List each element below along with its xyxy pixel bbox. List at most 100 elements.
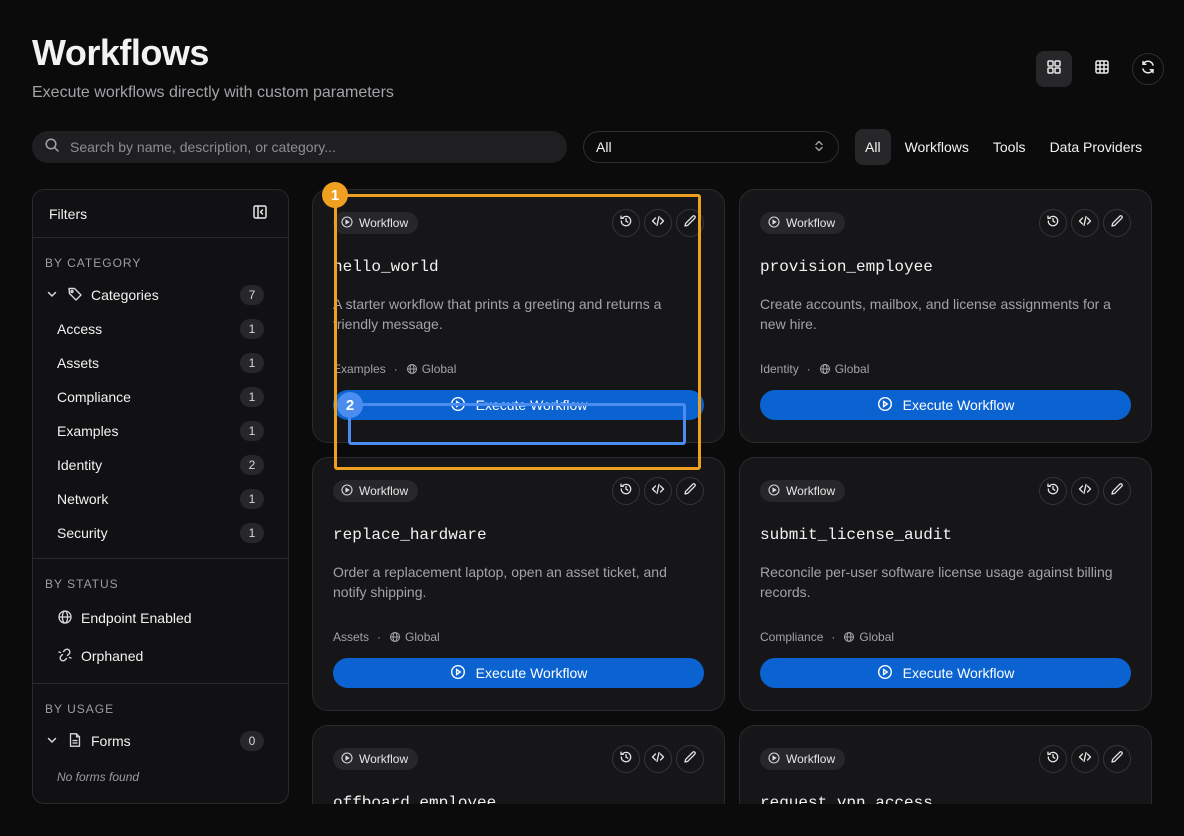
workflow-meta: Examples · Global [333,362,456,376]
history-icon [619,214,633,233]
workflow-description: A starter workflow that prints a greetin… [333,296,662,332]
workflow-meta: Compliance · Global [760,630,894,644]
workflow-name[interactable]: request_vpn_access [760,794,933,804]
search-bar [32,131,567,163]
execute-workflow-button[interactable]: Execute Workflow [333,658,704,688]
tab-all[interactable]: All [855,129,891,165]
workflow-name[interactable]: submit_license_audit [760,526,952,544]
edit-button[interactable] [1103,477,1131,505]
code-icon [651,214,665,233]
categories-label: Categories [91,287,159,303]
history-button[interactable] [612,477,640,505]
edit-button[interactable] [676,745,704,773]
type-pill-label: Workflow [359,752,409,766]
edit-button[interactable] [676,477,704,505]
by-usage-label: BY USAGE [45,702,115,716]
categories-count: 7 [240,285,264,305]
execute-workflow-button[interactable]: Execute Workflow [760,658,1131,688]
workflow-card: Workflow hello_world A starter workflow … [312,189,725,443]
category-count: 1 [240,421,264,441]
history-icon [1046,482,1060,501]
workflow-name[interactable]: provision_employee [760,258,933,276]
execute-workflow-button[interactable]: Execute Workflow [333,390,704,420]
code-button[interactable] [644,477,672,505]
forms-toggle[interactable]: Forms 0 [33,724,288,758]
category-label: Assets [57,355,100,371]
execute-label: Execute Workflow [475,665,588,681]
category-tag: Compliance [760,630,824,644]
history-button[interactable] [1039,745,1067,773]
category-tag: Assets [333,630,370,644]
scope-select-value: All [596,139,612,155]
scope-select[interactable]: All [583,131,839,163]
separator-dot: · [393,362,398,376]
search-input[interactable] [70,139,540,155]
workflow-name[interactable]: hello_world [333,258,439,276]
table-icon [1094,59,1110,80]
scope-tag: Global [405,630,440,644]
category-count: 2 [240,455,264,475]
tab-tools[interactable]: Tools [983,129,1036,165]
type-pill: Workflow [333,212,419,234]
workflow-card: Workflow request_vpn_access [739,725,1152,804]
workflow-card: Workflow replace_hardware Order a replac… [312,457,725,711]
chevron-down-icon [45,733,59,750]
tab-data-providers[interactable]: Data Providers [1040,129,1153,165]
tag-icon [67,286,83,305]
code-button[interactable] [1071,745,1099,773]
card-actions [1039,477,1131,505]
code-button[interactable] [1071,209,1099,237]
type-pill-label: Workflow [359,216,409,230]
type-tabs: All Workflows Tools Data Providers [855,129,1152,165]
scope-tag: Global [834,362,870,376]
search-icon [44,137,60,158]
filters-title: Filters [49,205,88,222]
history-button[interactable] [612,209,640,237]
code-icon [1078,214,1092,233]
workflows-page: Workflows Execute workflows directly wit… [0,0,1184,836]
play-circle-icon [450,664,466,683]
category-label: Security [57,525,108,541]
grid-view-button[interactable] [1036,51,1072,87]
edit-button[interactable] [1103,745,1131,773]
table-view-button[interactable] [1084,51,1120,87]
view-toggle-group [1036,51,1164,87]
code-icon [1078,750,1092,769]
workflow-name[interactable]: replace_hardware [333,526,487,544]
edit-button[interactable] [676,209,704,237]
history-button[interactable] [612,745,640,773]
history-button[interactable] [1039,209,1067,237]
workflow-name[interactable]: offboard_employee [333,794,496,804]
code-button[interactable] [1071,477,1099,505]
type-pill-label: Workflow [786,484,836,498]
globe-icon [389,631,401,643]
workflow-description: Reconcile per-user software license usag… [760,564,1113,600]
code-button[interactable] [644,209,672,237]
card-actions [612,745,704,773]
category-label: Compliance [57,389,131,405]
status-item-orphaned[interactable]: Orphaned [33,637,288,675]
category-item-identity[interactable]: Identity 2 [33,448,288,482]
document-icon [67,732,83,751]
pencil-icon [1110,214,1124,233]
refresh-button[interactable] [1132,53,1164,85]
category-item-network[interactable]: Network 1 [33,482,288,516]
workflow-card: Workflow offboard_employee [312,725,725,804]
collapse-sidebar-icon[interactable] [252,204,268,223]
category-count: 1 [240,489,264,509]
category-item-security[interactable]: Security 1 [33,516,288,550]
category-item-compliance[interactable]: Compliance 1 [33,380,288,414]
code-button[interactable] [644,745,672,773]
play-circle-icon [768,751,780,767]
category-item-examples[interactable]: Examples 1 [33,414,288,448]
edit-button[interactable] [1103,209,1131,237]
status-item-endpoint-enabled[interactable]: Endpoint Enabled [33,599,288,637]
categories-toggle[interactable]: Categories 7 [33,278,288,312]
play-circle-icon [768,483,780,499]
type-pill-label: Workflow [359,484,409,498]
execute-workflow-button[interactable]: Execute Workflow [760,390,1131,420]
category-item-assets[interactable]: Assets 1 [33,346,288,380]
category-item-access[interactable]: Access 1 [33,312,288,346]
history-button[interactable] [1039,477,1067,505]
tab-workflows[interactable]: Workflows [895,129,979,165]
